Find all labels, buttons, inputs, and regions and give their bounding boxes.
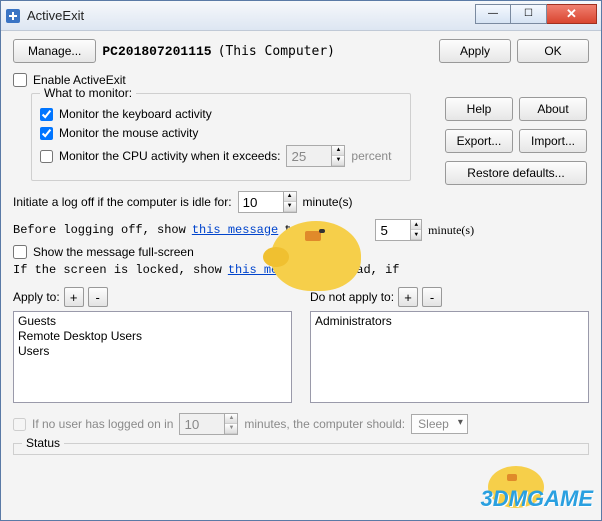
before-mid: to the	[284, 223, 327, 237]
cpu-unit: percent	[351, 149, 391, 163]
nouser-value-input[interactable]	[179, 413, 225, 435]
mouse-label: Monitor the mouse activity	[59, 126, 198, 140]
locked-message-link[interactable]: this message	[228, 263, 314, 277]
keyboard-checkbox[interactable]	[40, 108, 53, 121]
before-prefix: Before logging off, show	[13, 223, 186, 237]
minimize-button[interactable]: —	[475, 4, 511, 24]
nouser-spinner[interactable]: ▲▼	[225, 413, 238, 435]
import-button[interactable]: Import...	[519, 129, 587, 153]
enable-checkbox[interactable]: Enable ActiveExit	[13, 73, 589, 87]
before-unit: minute(s)	[428, 223, 474, 238]
enable-checkbox-input[interactable]	[13, 73, 27, 87]
fullscreen-label: Show the message full-screen	[33, 245, 194, 259]
mouse-checkbox[interactable]	[40, 127, 53, 140]
enable-label: Enable ActiveExit	[33, 73, 126, 87]
not-apply-to-add-button[interactable]: +	[398, 287, 418, 307]
cpu-checkbox[interactable]	[40, 150, 53, 163]
help-button[interactable]: Help	[445, 97, 513, 121]
apply-to-listbox[interactable]: Guests Remote Desktop Users Users	[13, 311, 292, 403]
cpu-value-input[interactable]	[286, 145, 332, 167]
apply-to-add-button[interactable]: +	[64, 287, 84, 307]
list-item[interactable]: Guests	[18, 314, 287, 329]
app-icon	[5, 8, 21, 24]
before-value-input[interactable]	[375, 219, 411, 241]
idle-unit: minute(s)	[303, 195, 353, 209]
window-title: ActiveExit	[27, 8, 475, 23]
manage-button[interactable]: Manage...	[13, 39, 96, 63]
idle-spinner[interactable]: ▲▼	[284, 191, 297, 213]
list-item[interactable]: Remote Desktop Users	[18, 329, 287, 344]
locked-prefix: If the screen is locked, show	[13, 263, 222, 277]
titlebar: ActiveExit — ☐ ✕	[1, 1, 601, 31]
idle-value-input[interactable]	[238, 191, 284, 213]
fullscreen-checkbox[interactable]: Show the message full-screen	[13, 245, 589, 259]
computer-label: (This Computer)	[218, 44, 335, 59]
not-apply-to-listbox[interactable]: Administrators	[310, 311, 589, 403]
ok-button[interactable]: OK	[517, 39, 589, 63]
apply-to-remove-button[interactable]: -	[88, 287, 108, 307]
cpu-label: Monitor the CPU activity when it exceeds…	[59, 149, 280, 163]
about-button[interactable]: About	[519, 97, 587, 121]
close-button[interactable]: ✕	[547, 4, 597, 24]
restore-defaults-button[interactable]: Restore defaults...	[445, 161, 587, 185]
status-legend: Status	[22, 436, 64, 450]
computer-name: PC201807201115	[102, 44, 211, 59]
apply-to-label: Apply to:	[13, 290, 60, 304]
before-message-link[interactable]: this message	[192, 223, 278, 237]
export-button[interactable]: Export...	[445, 129, 513, 153]
idle-label: Initiate a log off if the computer is id…	[13, 195, 232, 209]
maximize-button[interactable]: ☐	[511, 4, 547, 24]
nouser-mid: minutes, the computer should:	[244, 417, 405, 431]
monitor-legend: What to monitor:	[40, 86, 136, 100]
nouser-action-dropdown[interactable]: Sleep	[411, 414, 468, 434]
before-spinner[interactable]: ▲▼	[411, 219, 422, 241]
list-item[interactable]: Administrators	[315, 314, 584, 329]
not-apply-to-remove-button[interactable]: -	[422, 287, 442, 307]
locked-suffix: instead, if	[320, 263, 399, 277]
cpu-spinner[interactable]: ▲▼	[332, 145, 345, 167]
not-apply-to-label: Do not apply to:	[310, 290, 394, 304]
keyboard-label: Monitor the keyboard activity	[59, 107, 212, 121]
list-item[interactable]: Users	[18, 344, 287, 359]
apply-button[interactable]: Apply	[439, 39, 511, 63]
nouser-label: If no user has logged on in	[32, 417, 173, 431]
nouser-checkbox[interactable]	[13, 418, 26, 431]
fullscreen-checkbox-input[interactable]	[13, 245, 27, 259]
